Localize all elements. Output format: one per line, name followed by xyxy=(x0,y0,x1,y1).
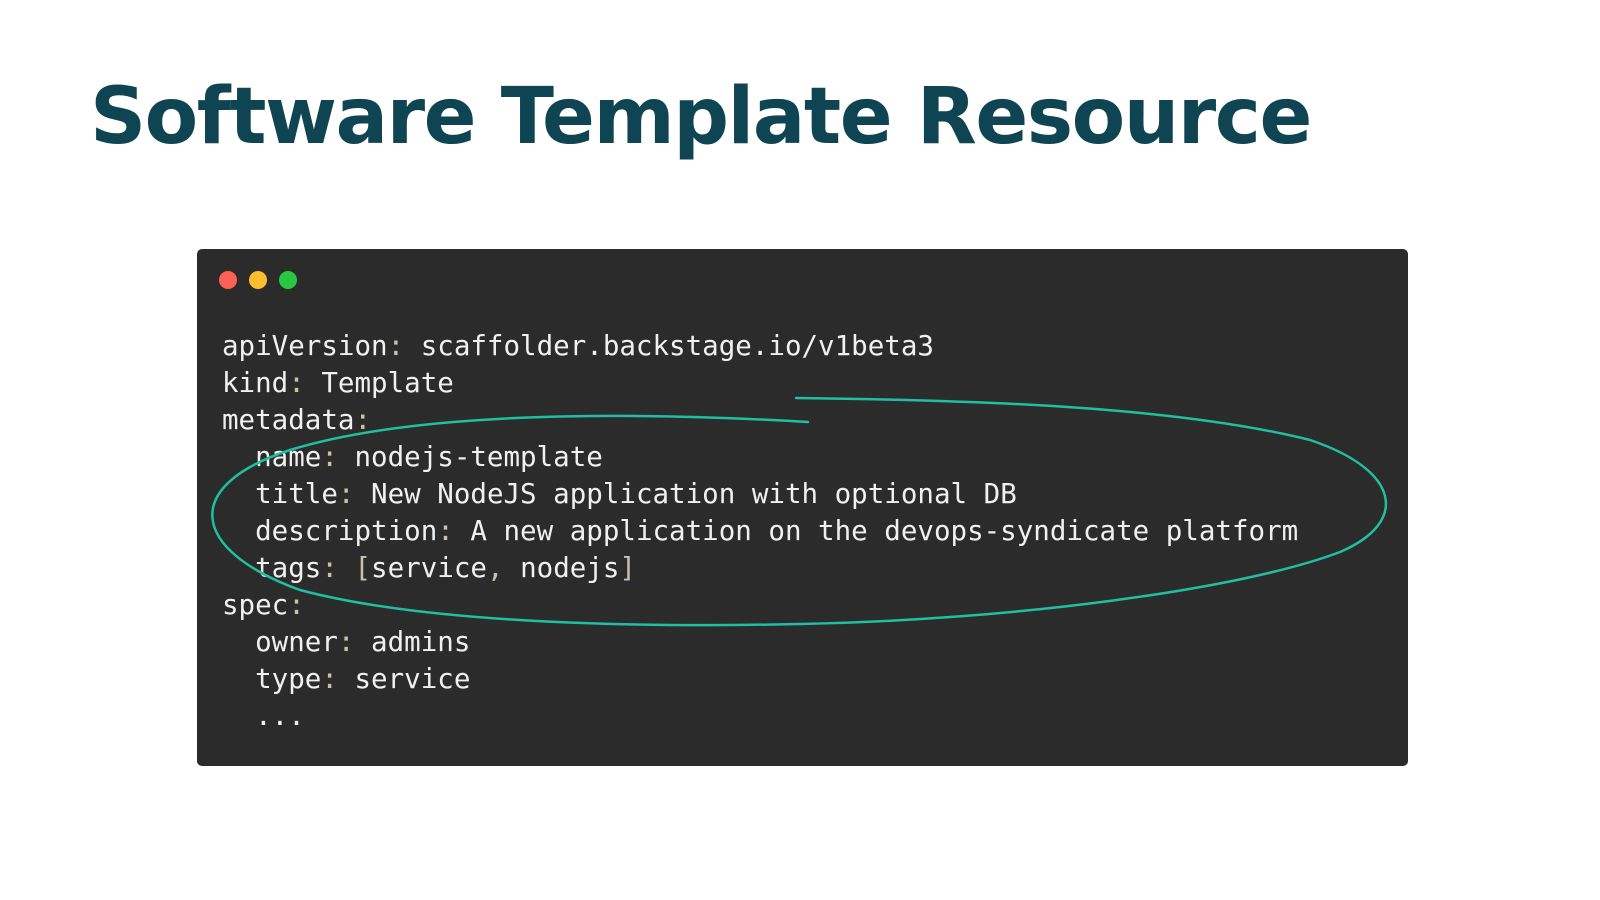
code-line-ellipsis: ... xyxy=(222,698,1298,735)
yaml-colon: : xyxy=(337,626,372,658)
yaml-colon: : xyxy=(321,552,355,584)
maximize-dot xyxy=(279,271,297,289)
close-dot xyxy=(219,271,237,289)
yaml-tag-item: nodejs xyxy=(520,552,620,584)
yaml-key: title xyxy=(255,478,338,510)
yaml-value: admins xyxy=(371,626,471,658)
yaml-colon: : xyxy=(321,441,355,473)
yaml-code-block: apiVersion: scaffolder.backstage.io/v1be… xyxy=(222,328,1298,735)
yaml-tag-item: service xyxy=(371,552,487,584)
yaml-indent xyxy=(222,441,255,473)
code-line-name: name: nodejs-template xyxy=(222,439,1298,476)
yaml-value: service xyxy=(354,663,471,695)
yaml-indent xyxy=(222,626,255,658)
yaml-key: owner xyxy=(255,626,338,658)
yaml-key: metadata xyxy=(222,404,355,436)
yaml-value: nodejs-template xyxy=(354,441,603,473)
yaml-indent xyxy=(222,478,255,510)
yaml-indent xyxy=(222,663,255,695)
yaml-bracket: ] xyxy=(619,552,636,584)
code-line-description: description: A new application on the de… xyxy=(222,513,1298,550)
code-window: apiVersion: scaffolder.backstage.io/v1be… xyxy=(197,249,1408,766)
yaml-key: name xyxy=(255,441,322,473)
code-line-type: type: service xyxy=(222,661,1298,698)
code-line-spec: spec: xyxy=(222,587,1298,624)
slide-title: Software Template Resource xyxy=(90,72,1312,162)
yaml-colon: : xyxy=(288,367,322,399)
yaml-colon: : xyxy=(387,330,421,362)
yaml-colon: : xyxy=(288,589,305,621)
code-line-apiversion: apiVersion: scaffolder.backstage.io/v1be… xyxy=(222,328,1298,365)
yaml-key: description xyxy=(255,515,438,547)
yaml-colon: : xyxy=(321,663,355,695)
code-line-owner: owner: admins xyxy=(222,624,1298,661)
code-line-kind: kind: Template xyxy=(222,365,1298,402)
code-line-title: title: New NodeJS application with optio… xyxy=(222,476,1298,513)
yaml-indent xyxy=(222,515,255,547)
yaml-colon: : xyxy=(437,515,471,547)
yaml-indent xyxy=(222,552,255,584)
yaml-value: Template xyxy=(321,367,454,399)
yaml-key: tags xyxy=(255,552,322,584)
yaml-value: scaffolder.backstage.io/v1beta3 xyxy=(420,330,934,362)
code-line-metadata: metadata: xyxy=(222,402,1298,439)
code-line-tags: tags: [service, nodejs] xyxy=(222,550,1298,587)
yaml-key: kind xyxy=(222,367,289,399)
window-controls xyxy=(219,271,297,289)
yaml-indent xyxy=(222,700,255,732)
yaml-key: spec xyxy=(222,589,289,621)
yaml-key: type xyxy=(255,663,322,695)
yaml-value: New NodeJS application with optional DB xyxy=(371,478,1017,510)
yaml-key: apiVersion xyxy=(222,330,388,362)
minimize-dot xyxy=(249,271,267,289)
yaml-bracket: [ xyxy=(354,552,372,584)
yaml-value: A new application on the devops-syndicat… xyxy=(470,515,1299,547)
yaml-colon: : xyxy=(354,404,372,436)
yaml-colon: : xyxy=(337,478,372,510)
yaml-ellipsis: ... xyxy=(255,700,305,732)
yaml-comma: , xyxy=(486,552,521,584)
